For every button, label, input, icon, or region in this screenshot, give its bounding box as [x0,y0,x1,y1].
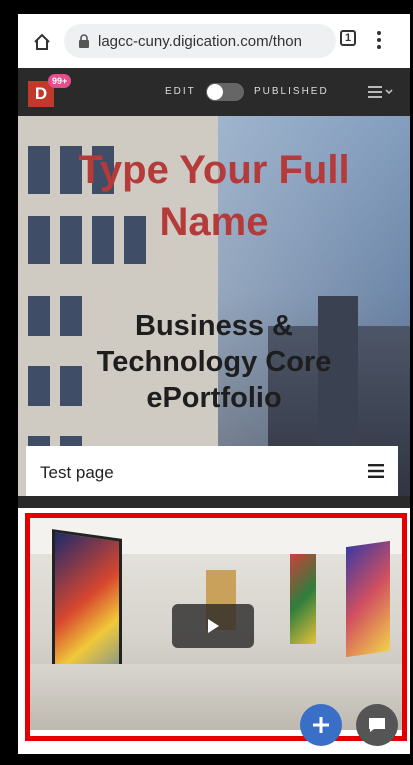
home-icon[interactable] [32,32,52,52]
building-window [28,366,50,406]
add-content-button[interactable] [300,704,342,746]
more-vert-icon[interactable] [377,30,381,50]
published-label: PUBLISHED [254,86,329,97]
tab-count: 1 [344,32,352,44]
portfolio-owner-name: Type Your Full Name [78,148,350,244]
notification-badge[interactable]: 99+ [48,74,72,88]
highlight-frame [25,513,407,741]
toggle-knob [207,84,223,100]
edit-publish-toggle[interactable] [206,83,244,101]
chat-button[interactable] [356,704,398,746]
browser-toolbar: lagcc-cuny.digication.com/thon 1 [18,14,410,68]
address-bar[interactable]: lagcc-cuny.digication.com/thon [64,24,336,58]
app-header: D 99+ EDIT PUBLISHED [18,68,410,116]
portfolio-title: Business & Technology Core ePortfolio [96,310,332,414]
page-menu-icon[interactable] [368,86,394,98]
url-text: lagcc-cuny.digication.com/thon [98,32,302,50]
hero-banner: Type Your Full Name Business & Technolog… [18,116,410,506]
current-page-label: Test page [40,463,114,482]
edit-label: EDIT [165,86,196,97]
building-window [28,296,50,336]
section-divider [18,496,410,508]
plus-icon [313,717,329,733]
lock-icon [79,34,89,48]
page-navigation[interactable]: Test page [26,446,398,499]
phone-screen: lagcc-cuny.digication.com/thon 1 D 99+ E… [18,14,410,754]
logo-letter: D [34,84,48,103]
chat-icon [369,718,385,732]
hamburger-icon[interactable] [368,464,384,478]
tabs-icon[interactable]: 1 [340,30,356,46]
